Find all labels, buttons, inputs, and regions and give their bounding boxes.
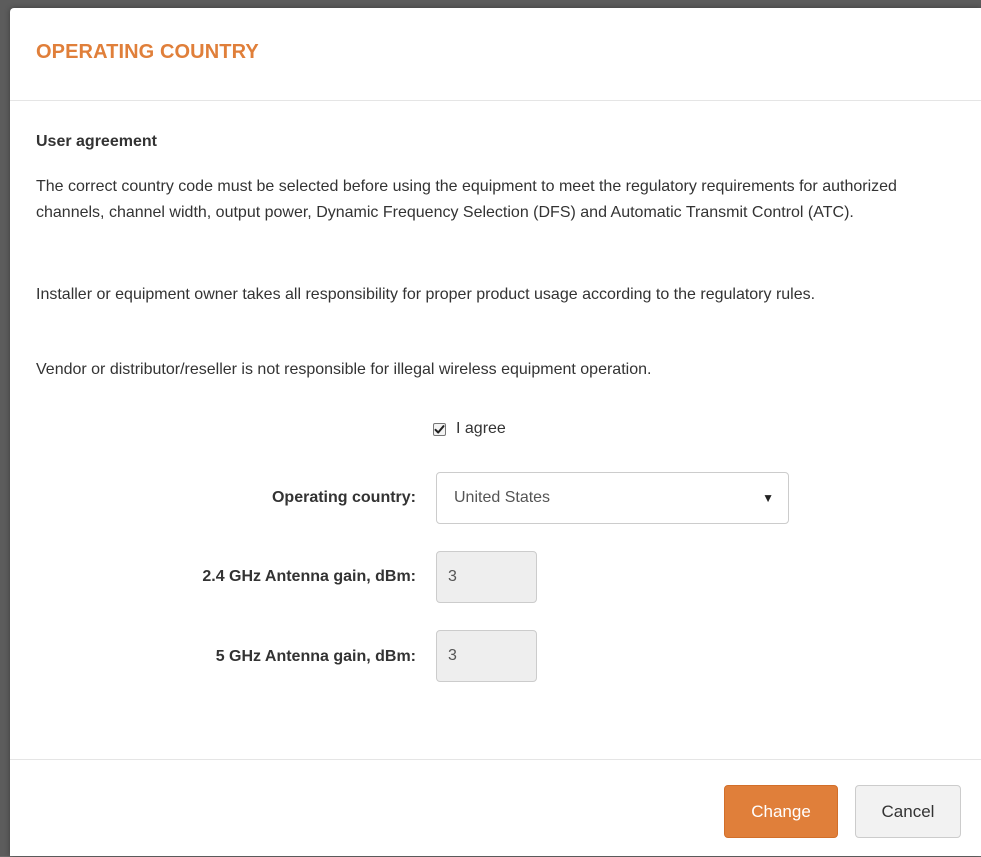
- gain-24ghz-value: 3: [448, 568, 457, 585]
- agree-checkbox-row[interactable]: I agree: [433, 420, 506, 438]
- agreement-paragraph-responsibility: Installer or equipment owner takes all r…: [36, 286, 816, 303]
- change-button[interactable]: Change: [724, 785, 838, 838]
- agreement-paragraph-country-code: The correct country code must be selecte…: [36, 178, 897, 221]
- gain-5ghz-label: 5 GHz Antenna gain, dBm:: [215, 648, 416, 665]
- caret-down-icon: ▼: [762, 491, 774, 505]
- modal-footer: Change Cancel: [10, 759, 981, 857]
- cancel-button[interactable]: Cancel: [855, 785, 961, 838]
- gain-24ghz-input[interactable]: 3: [436, 551, 537, 603]
- operating-country-label: Operating country:: [271, 489, 416, 506]
- modal-title: OPERATING COUNTRY: [36, 41, 259, 63]
- gain-24ghz-label: 2.4 GHz Antenna gain, dBm:: [202, 568, 416, 585]
- modal-header: OPERATING COUNTRY: [10, 8, 981, 101]
- checkmark-icon: [434, 424, 445, 433]
- operating-country-dialog: OPERATING COUNTRY User agreement The cor…: [10, 8, 981, 856]
- gain-5ghz-input[interactable]: 3: [436, 630, 537, 682]
- agree-checkbox[interactable]: [433, 422, 446, 436]
- gain-5ghz-value: 3: [448, 647, 457, 664]
- operating-country-select[interactable]: United States ▼: [436, 472, 789, 524]
- user-agreement-heading: User agreement: [36, 133, 157, 150]
- agreement-paragraph-vendor: Vendor or distributor/reseller is not re…: [36, 361, 652, 378]
- operating-country-value: United States: [454, 489, 551, 506]
- agree-label: I agree: [456, 420, 506, 437]
